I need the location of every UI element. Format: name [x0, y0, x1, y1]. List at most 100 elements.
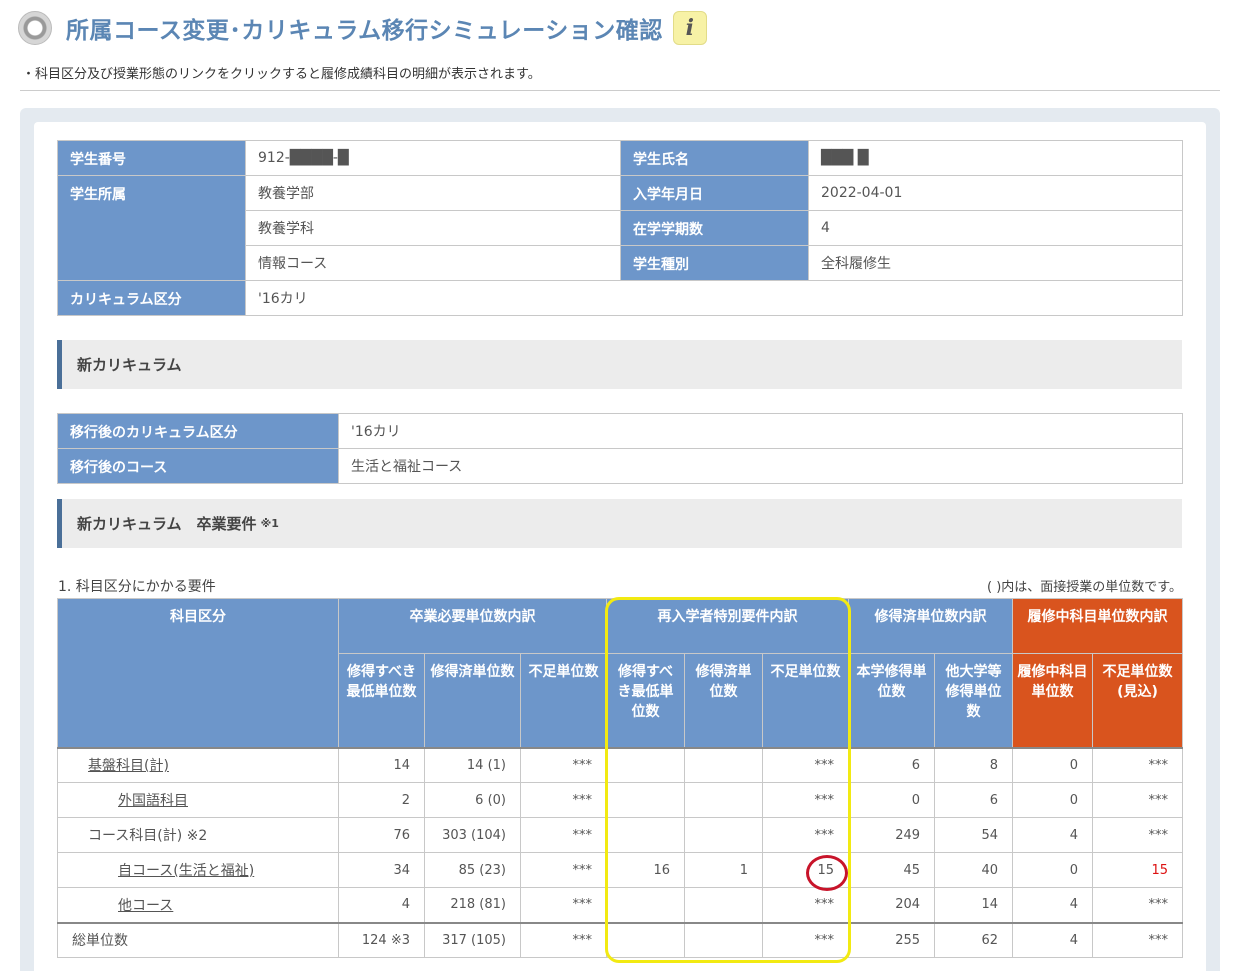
- cell: [606, 782, 685, 818]
- cell: 40: [934, 852, 1014, 888]
- col-enrolled: 履修中科目単位数: [1012, 653, 1094, 748]
- cell: 8: [934, 746, 1014, 783]
- cell: 0: [1012, 852, 1094, 888]
- title-bullet-icon: [18, 11, 52, 45]
- table-row: 外国語科目 2 6 (0) *** *** 0 6 0 ***: [57, 782, 1184, 818]
- group-enrolled-header: 履修中科目単位数内訳: [1012, 598, 1184, 654]
- entry-date-label: 入学年月日: [620, 175, 809, 211]
- grad-req-section-note: ※1: [260, 517, 279, 530]
- terms-label: 在学学期数: [620, 210, 809, 246]
- cell: ***: [761, 887, 850, 923]
- info-icon[interactable]: i: [672, 11, 707, 45]
- table-row: コース科目(計) ※2 76 303 (104) *** *** 249 54 …: [57, 817, 1184, 853]
- col-earned: 修得済単位数: [424, 653, 521, 748]
- cell: 4: [1012, 817, 1094, 853]
- new-curriculum-section-header: 新カリキュラム: [57, 340, 1182, 389]
- page-title: 所属コース変更･カリキュラム移行シミュレーション確認: [66, 18, 663, 44]
- student-info-table: 学生番号 912-████-█ 学生氏名 ███ █ 学生所属 教養学部 入学年…: [57, 140, 1183, 316]
- terms-value: 4: [808, 210, 1183, 246]
- col-shortage: 不足単位数: [520, 653, 607, 748]
- grad-req-table: 科目区分 卒業必要単位数内訳 再入学者特別要件内訳 修得済単位数内訳 履修中科目…: [57, 598, 1184, 958]
- new-curriculum-table: 移行後のカリキュラム区分 '16カリ 移行後のコース 生活と福祉コース: [57, 413, 1183, 484]
- cell: [684, 817, 763, 853]
- col-re-earned: 修得済単位数: [684, 653, 763, 748]
- cell: ***: [520, 817, 607, 853]
- cell: ***: [520, 782, 607, 818]
- cell: 249: [848, 817, 936, 853]
- cell: 303 (104): [424, 817, 521, 853]
- cell: ***: [761, 817, 850, 853]
- cell: ***: [1092, 782, 1184, 818]
- col-min-required: 修得すべき最低単位数: [338, 653, 425, 748]
- curriculum-label: カリキュラム区分: [57, 280, 246, 316]
- cell: ***: [520, 746, 607, 783]
- cell: 1: [684, 852, 763, 888]
- table-row: 自コース(生活と福祉) 34 85 (23) *** 16 1 15 45 40…: [57, 852, 1184, 888]
- cell: 62: [934, 921, 1014, 958]
- page-header: 所属コース変更･カリキュラム移行シミュレーション確認 i: [18, 8, 707, 48]
- student-type-label: 学生種別: [620, 245, 809, 281]
- cell: 204: [848, 887, 936, 923]
- cell: 76: [338, 817, 425, 853]
- row-name: コース科目(計) ※2: [57, 817, 339, 853]
- group-reentry-header: 再入学者特別要件内訳: [605, 598, 850, 654]
- entry-date-value: 2022-04-01: [808, 175, 1183, 211]
- cell: 4: [338, 887, 425, 923]
- student-name-value: ███ █: [808, 140, 1183, 176]
- cell: 85 (23): [424, 852, 521, 888]
- cell: ***: [1092, 746, 1184, 783]
- table-row: 総単位数 124 ※3 317 (105) *** *** 255 62 4 *…: [57, 921, 1184, 958]
- course-value: 情報コース: [245, 245, 621, 281]
- cell: 2: [338, 782, 425, 818]
- cell: 255: [848, 921, 936, 958]
- curriculum-value: '16カリ: [245, 280, 1183, 316]
- student-id-label: 学生番号: [57, 140, 246, 176]
- col-other-univ: 他大学等修得単位数: [934, 653, 1014, 748]
- cell: 317 (105): [424, 921, 521, 958]
- student-name-label: 学生氏名: [620, 140, 809, 176]
- group-required-header: 卒業必要単位数内訳: [338, 598, 607, 654]
- cell: [606, 817, 685, 853]
- req-note: ( )内は、面接授業の単位数です。: [987, 580, 1182, 595]
- cell: 14 (1): [424, 746, 521, 783]
- col-own-univ: 本学修得単位数: [848, 653, 936, 748]
- divider: [20, 90, 1220, 91]
- new-curriculum-label: 移行後のカリキュラム区分: [57, 413, 339, 449]
- new-curriculum-section-title: 新カリキュラム: [77, 356, 182, 374]
- cell: 14: [338, 746, 425, 783]
- cell: 6 (0): [424, 782, 521, 818]
- row-name: 総単位数: [57, 921, 339, 958]
- row-name-link[interactable]: 自コース(生活と福祉): [57, 852, 339, 888]
- cell: 4: [1012, 921, 1094, 958]
- row-name-link[interactable]: 基盤科目(計): [57, 746, 339, 783]
- cell: 6: [934, 782, 1014, 818]
- new-curriculum-value: '16カリ: [338, 413, 1183, 449]
- cell: [684, 887, 763, 923]
- table-row: 基盤科目(計) 14 14 (1) *** *** 6 8 0 ***: [57, 746, 1184, 783]
- cell: 54: [934, 817, 1014, 853]
- cell: ***: [761, 921, 850, 958]
- student-id-value: 912-████-█: [245, 140, 621, 176]
- cell: [606, 921, 685, 958]
- req-caption: 1. 科目区分にかかる要件: [58, 579, 216, 595]
- cell: [606, 746, 685, 783]
- cell: ***: [1092, 921, 1184, 958]
- department-value: 教養学科: [245, 210, 621, 246]
- cell: 0: [848, 782, 936, 818]
- cell: 15: [761, 852, 850, 888]
- row-name-link[interactable]: 他コース: [57, 887, 339, 923]
- cell: ***: [1092, 817, 1184, 853]
- cell: 15: [1092, 852, 1184, 888]
- new-course-label: 移行後のコース: [57, 448, 339, 484]
- cell: [684, 921, 763, 958]
- cell: ***: [520, 921, 607, 958]
- cell: 0: [1012, 746, 1094, 783]
- cell: [684, 782, 763, 818]
- group-earned-header: 修得済単位数内訳: [848, 598, 1014, 654]
- col-shortage-est: 不足単位数(見込): [1092, 653, 1184, 748]
- col-re-shortage: 不足単位数: [761, 653, 850, 748]
- col-category: 科目区分: [57, 598, 339, 748]
- cell: [684, 746, 763, 783]
- row-name-link[interactable]: 外国語科目: [57, 782, 339, 818]
- cell: 16: [606, 852, 685, 888]
